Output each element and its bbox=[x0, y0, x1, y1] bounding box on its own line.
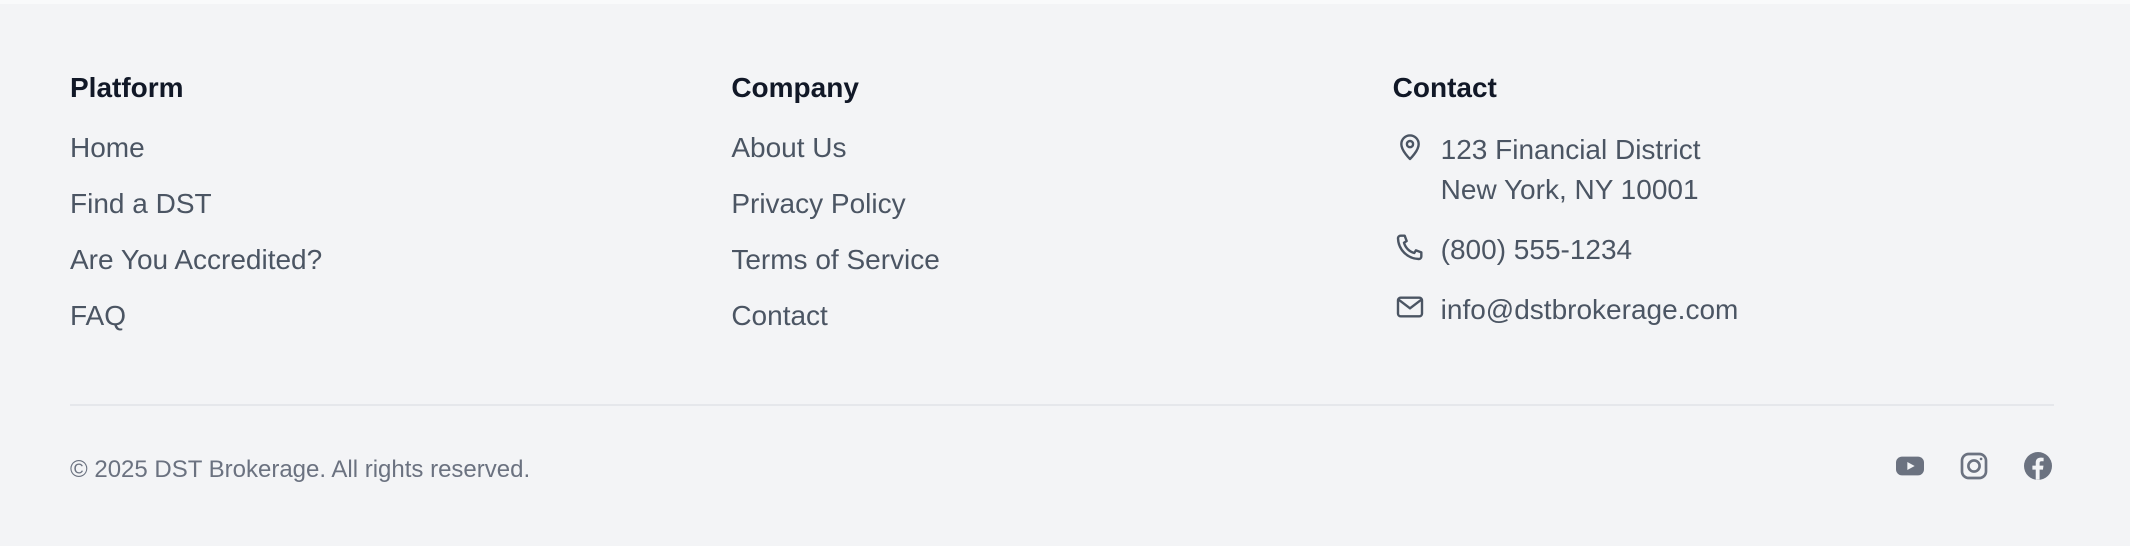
mail-icon bbox=[1393, 290, 1427, 324]
company-heading: Company bbox=[731, 72, 859, 103]
footer-divider bbox=[70, 404, 2054, 406]
contact-email: info@dstbrokerage.com bbox=[1393, 290, 2054, 330]
address-line-1: 123 Financial District bbox=[1440, 134, 1701, 165]
footer-link-terms-of-service[interactable]: Terms of Service bbox=[731, 242, 940, 278]
footer-link-find-a-dst[interactable]: Find a DST bbox=[70, 186, 212, 222]
email-link[interactable]: info@dstbrokerage.com bbox=[1441, 290, 1739, 330]
contact-heading: Contact bbox=[1392, 72, 1497, 103]
footer-columns: Platform Home Find a DST Are You Accredi… bbox=[70, 70, 2054, 354]
footer-link-accredited[interactable]: Are You Accredited? bbox=[70, 242, 322, 278]
footer-link-faq[interactable]: FAQ bbox=[70, 298, 126, 334]
platform-heading: Platform bbox=[70, 72, 184, 103]
footer-link-home[interactable]: Home bbox=[70, 130, 145, 166]
footer-link-privacy-policy[interactable]: Privacy Policy bbox=[731, 186, 905, 222]
footer-column-contact: Contact 123 Financial District New York,… bbox=[1393, 70, 2054, 354]
phone-icon bbox=[1393, 230, 1427, 264]
site-footer: Platform Home Find a DST Are You Accredi… bbox=[0, 0, 2130, 546]
platform-links: Home Find a DST Are You Accredited? FAQ bbox=[70, 130, 731, 334]
youtube-icon[interactable] bbox=[1894, 450, 1926, 482]
phone-link[interactable]: (800) 555-1234 bbox=[1441, 230, 1632, 270]
address-text: 123 Financial District New York, NY 1000… bbox=[1441, 130, 1701, 210]
address-line-2: New York, NY 10001 bbox=[1440, 174, 1699, 205]
social-links bbox=[1894, 450, 2054, 482]
footer-link-contact[interactable]: Contact bbox=[731, 298, 828, 334]
facebook-icon[interactable] bbox=[2022, 450, 2054, 482]
instagram-icon[interactable] bbox=[1958, 450, 1990, 482]
footer-link-about-us[interactable]: About Us bbox=[731, 130, 846, 166]
footer-column-company: Company About Us Privacy Policy Terms of… bbox=[731, 70, 1392, 354]
copyright-text: © 2025 DST Brokerage. All rights reserve… bbox=[70, 456, 531, 483]
map-pin-icon bbox=[1393, 130, 1427, 164]
contact-address: 123 Financial District New York, NY 1000… bbox=[1393, 130, 2054, 210]
contact-phone: (800) 555-1234 bbox=[1393, 230, 2054, 270]
footer-column-platform: Platform Home Find a DST Are You Accredi… bbox=[70, 70, 731, 354]
footer-top-border bbox=[0, 0, 2130, 4]
company-links: About Us Privacy Policy Terms of Service… bbox=[731, 130, 1392, 334]
